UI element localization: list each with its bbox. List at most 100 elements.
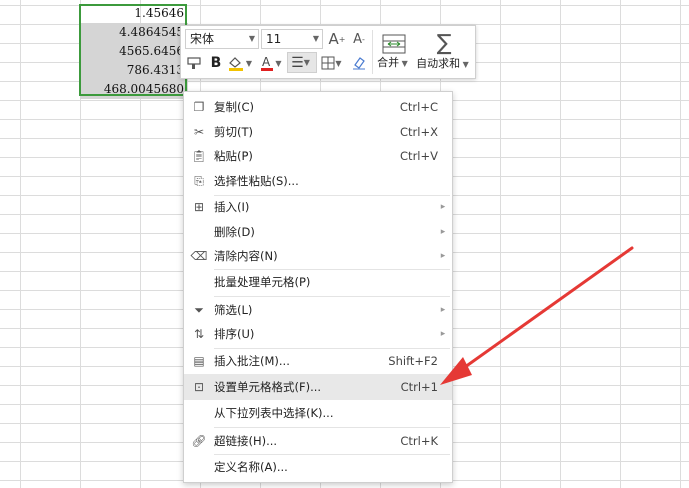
menu-item-label: 粘贴(P) xyxy=(214,149,253,163)
autosum-button[interactable]: ∑ 自动求和 ▼ xyxy=(415,28,473,76)
fill-bucket-icon xyxy=(229,57,243,71)
menu-item-copy[interactable]: ❐ 复制(C) Ctrl+C xyxy=(184,94,452,120)
menu-item-insert-comment[interactable]: ▤ 插入批注(M)... Shift+F2 xyxy=(184,348,452,374)
menu-item-shortcut: Ctrl+1 xyxy=(400,380,438,394)
copy-icon: ❐ xyxy=(193,100,205,114)
border-grid-icon xyxy=(321,56,335,70)
font-name-value: 宋体 xyxy=(190,32,215,46)
menu-item-pick-from-list[interactable]: 从下拉列表中选择(K)... xyxy=(184,400,452,426)
toolbar-divider xyxy=(372,30,373,74)
menu-item-label: 超链接(H)... xyxy=(214,434,278,448)
cell-value-5[interactable]: 468.0045680 xyxy=(80,80,188,99)
cell-value-2[interactable]: 4.4864545 xyxy=(80,23,188,42)
menu-item-clear-contents[interactable]: ⌫ 清除内容(N) ▸ xyxy=(184,243,452,269)
clear-format-button[interactable] xyxy=(349,53,369,73)
fill-color-button[interactable]: ▼ xyxy=(227,53,255,73)
mini-toolbar: 宋体 ▼ 11 ▼ A + A- B ▼ A ▼ ☰ ▼ ▼ 合并 ▼ ∑ 自动… xyxy=(180,25,476,79)
menu-item-label: 插入批注(M)... xyxy=(214,354,290,368)
format-cells-icon: ⊡ xyxy=(193,380,205,394)
submenu-arrow-icon: ▸ xyxy=(440,251,446,261)
menu-item-label: 排序(U) xyxy=(214,327,255,341)
paste-special-icon: ⎘ xyxy=(194,173,204,188)
menu-item-format-cells[interactable]: ⊡ 设置单元格格式(F)... Ctrl+1 xyxy=(184,374,452,400)
chevron-down-icon: ▼ xyxy=(303,58,310,67)
menu-item-sort[interactable]: ⇅ 排序(U) ▸ xyxy=(184,321,452,347)
menu-item-shortcut: Ctrl+V xyxy=(400,149,438,163)
chevron-down-icon: ▼ xyxy=(275,58,282,68)
autosum-text: 自动求和 xyxy=(416,57,461,70)
eraser-icon xyxy=(353,57,365,70)
menu-item-label: 删除(D) xyxy=(214,225,255,239)
cell-value-3[interactable]: 4565.6456 xyxy=(80,42,188,61)
shrink-font-icon: A xyxy=(353,31,362,47)
insert-cells-icon: ⊞ xyxy=(193,200,205,214)
menu-item-label: 筛选(L) xyxy=(214,303,253,317)
menu-item-cut[interactable]: ✂ 剪切(T) Ctrl+X xyxy=(184,119,452,145)
submenu-arrow-icon: ▸ xyxy=(440,227,446,237)
merge-text: 合并 xyxy=(377,56,400,69)
font-size-value: 11 xyxy=(266,32,282,46)
menu-item-filter[interactable]: ⏷ 筛选(L) ▸ xyxy=(184,297,452,323)
menu-item-delete[interactable]: 删除(D) ▸ xyxy=(184,219,452,245)
menu-item-label: 定义名称(A)... xyxy=(214,460,288,474)
clipboard-icon: 📋︎ xyxy=(191,149,207,163)
chevron-down-icon: ▼ xyxy=(248,34,255,43)
shrink-font-button[interactable]: A- xyxy=(349,29,369,49)
context-menu: ❐ 复制(C) Ctrl+C ✂ 剪切(T) Ctrl+X 📋︎ 粘贴(P) C… xyxy=(183,91,453,483)
menu-item-label: 设置单元格格式(F)... xyxy=(214,380,322,394)
menu-item-paste[interactable]: 📋︎ 粘贴(P) Ctrl+V xyxy=(184,143,452,169)
menu-item-label: 剪切(T) xyxy=(214,125,253,139)
menu-item-batch-process[interactable]: 批量处理单元格(P) xyxy=(184,269,452,295)
font-color-icon: A xyxy=(261,55,274,71)
scissors-icon: ✂ xyxy=(193,125,205,139)
submenu-arrow-icon: ▸ xyxy=(440,329,446,339)
menu-item-paste-special[interactable]: ⎘ 选择性粘贴(S)... xyxy=(184,168,452,194)
align-button[interactable]: ☰ ▼ xyxy=(287,52,317,73)
format-painter-icon xyxy=(187,57,201,69)
grow-font-icon: A xyxy=(328,30,339,48)
menu-item-insert[interactable]: ⊞ 插入(I) ▸ xyxy=(184,194,452,220)
cell-value-1[interactable]: 1.45646 xyxy=(80,4,188,23)
grow-font-button[interactable]: A + xyxy=(327,29,347,49)
menu-item-shortcut: Ctrl+X xyxy=(400,125,438,139)
menu-item-define-name[interactable]: 定义名称(A)... xyxy=(184,454,452,480)
comment-icon: ▤ xyxy=(193,354,205,368)
align-center-icon: ☰ xyxy=(291,54,304,71)
menu-item-label: 批量处理单元格(P) xyxy=(214,275,311,289)
submenu-arrow-icon: ▸ xyxy=(440,305,446,315)
menu-item-label: 选择性粘贴(S)... xyxy=(214,174,299,188)
chevron-down-icon: ▼ xyxy=(312,34,319,43)
autosum-label: 自动求和 ▼ xyxy=(416,55,472,71)
bold-icon: B xyxy=(210,55,222,71)
merge-cells-icon xyxy=(382,34,406,54)
border-button[interactable]: ▼ xyxy=(319,53,347,73)
chevron-down-icon: ▼ xyxy=(245,58,252,68)
format-painter-button[interactable] xyxy=(185,53,203,73)
merge-button[interactable]: 合并 ▼ xyxy=(375,28,413,76)
menu-item-shortcut: Ctrl+K xyxy=(400,434,438,448)
menu-item-label: 清除内容(N) xyxy=(214,249,278,263)
link-chain-icon: 🔗︎ xyxy=(191,434,207,448)
menu-item-shortcut: Ctrl+C xyxy=(399,100,438,114)
menu-item-label: 复制(C) xyxy=(214,100,255,114)
chevron-down-icon: ▼ xyxy=(460,60,469,69)
menu-item-hyperlink[interactable]: 🔗︎ 超链接(H)... Ctrl+K xyxy=(184,428,452,454)
font-name-combo[interactable]: 宋体 ▼ xyxy=(185,29,259,49)
font-size-combo[interactable]: 11 ▼ xyxy=(261,29,323,49)
chevron-down-icon: ▼ xyxy=(335,58,342,68)
sigma-icon: ∑ xyxy=(436,31,452,56)
bold-button[interactable]: B xyxy=(207,53,225,73)
menu-item-label: 从下拉列表中选择(K)... xyxy=(214,406,334,420)
chevron-down-icon: ▼ xyxy=(399,59,408,68)
eraser-icon: ⌫ xyxy=(190,249,208,263)
svg-text:A: A xyxy=(262,55,271,69)
menu-item-shortcut: Shift+F2 xyxy=(388,354,438,368)
font-color-button[interactable]: A ▼ xyxy=(259,53,285,73)
menu-item-label: 插入(I) xyxy=(214,200,250,214)
submenu-arrow-icon: ▸ xyxy=(440,202,446,212)
cell-value-4[interactable]: 786.4313 xyxy=(80,61,188,80)
sort-az-icon: ⇅ xyxy=(193,327,205,341)
selected-range[interactable]: 1.45646 4.4864545 4565.6456 786.4313 468… xyxy=(80,4,188,99)
filter-funnel-icon: ⏷ xyxy=(194,302,204,317)
merge-label: 合并 ▼ xyxy=(377,54,411,70)
